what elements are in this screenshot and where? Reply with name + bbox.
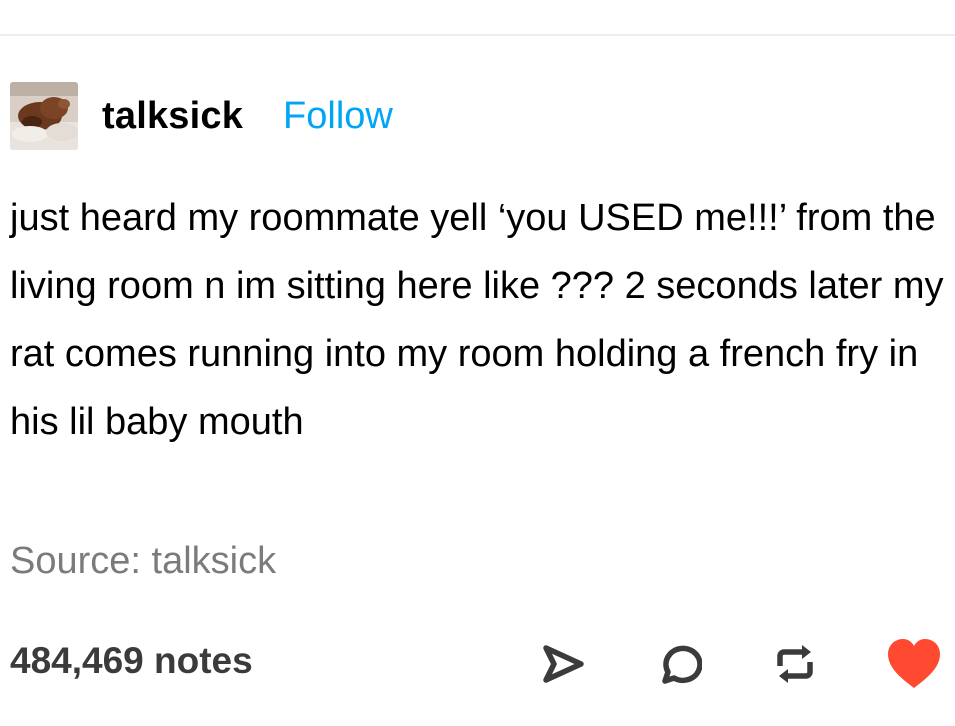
source-label: Source: [10,540,141,582]
reblog-button[interactable] [765,634,825,694]
share-button[interactable] [533,634,593,694]
post-header: talksick Follow [10,82,393,150]
username[interactable]: talksick [102,95,243,138]
source-link[interactable]: talksick [152,540,277,582]
like-button[interactable] [884,634,944,694]
post-footer: 484,469 notes [0,630,955,700]
post-text: just heard my roommate yell ‘you USED me… [10,197,944,443]
avatar[interactable] [10,82,78,150]
reblog-icon [777,645,813,683]
top-divider [0,34,955,36]
like-heart-icon [888,639,940,688]
reply-icon [662,645,702,684]
reply-button[interactable] [649,634,709,694]
follow-button[interactable]: Follow [283,95,393,138]
source-line: Source: talksick [10,540,276,583]
notes-count[interactable]: 484,469 notes [10,640,253,682]
share-icon [543,645,584,683]
